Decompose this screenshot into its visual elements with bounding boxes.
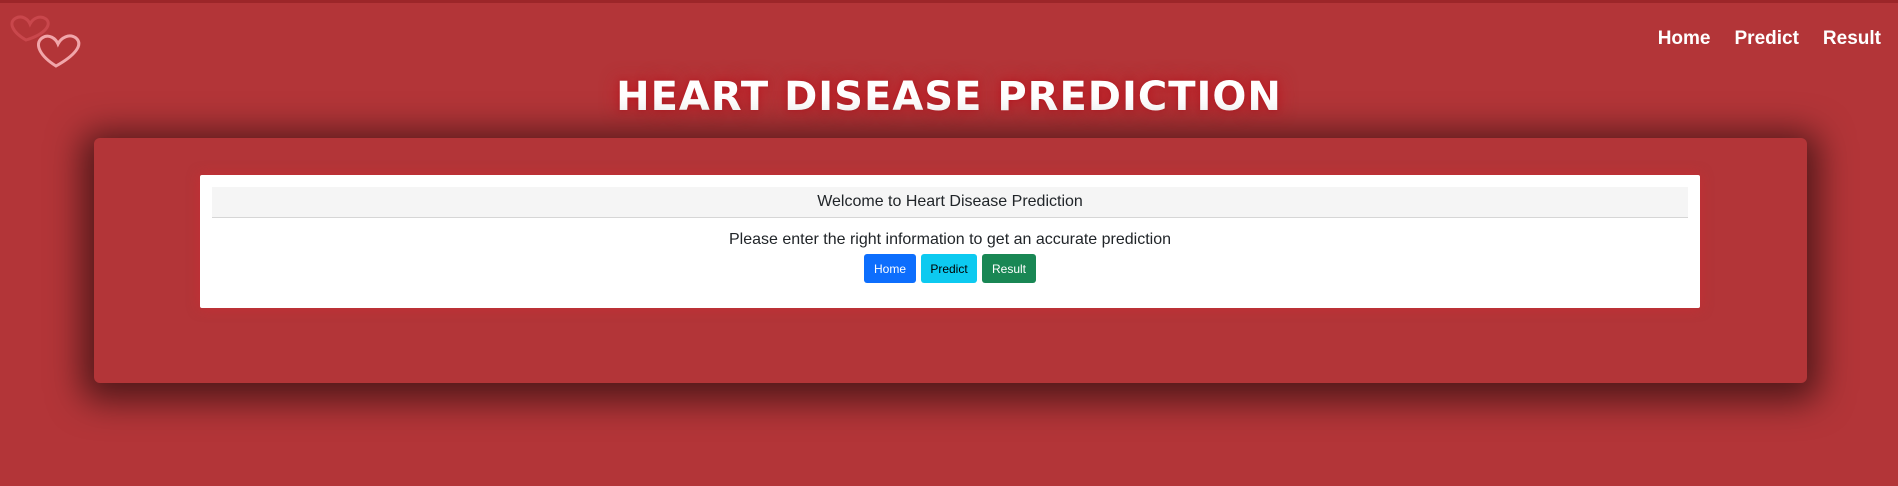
page-title: HEART DISEASE PREDICTION [616,74,1282,120]
result-button[interactable]: Result [982,254,1036,283]
top-nav: Home Predict Result [1658,28,1881,50]
top-border [0,0,1898,3]
nav-result-link[interactable]: Result [1823,28,1881,50]
card-text: Please enter the right information to ge… [728,231,1172,248]
nav-predict-link[interactable]: Predict [1735,28,1799,50]
heart-front-icon [37,34,81,68]
main-panel: Welcome to Heart Disease Prediction Plea… [94,138,1807,383]
card-button-row: Home Predict Result [200,254,1700,283]
heart-logo-icon[interactable] [6,10,86,72]
predict-button[interactable]: Predict [921,254,977,283]
card-header: Welcome to Heart Disease Prediction [212,187,1688,218]
nav-home-link[interactable]: Home [1658,28,1711,50]
welcome-card: Welcome to Heart Disease Prediction Plea… [200,175,1700,308]
home-button[interactable]: Home [864,254,916,283]
